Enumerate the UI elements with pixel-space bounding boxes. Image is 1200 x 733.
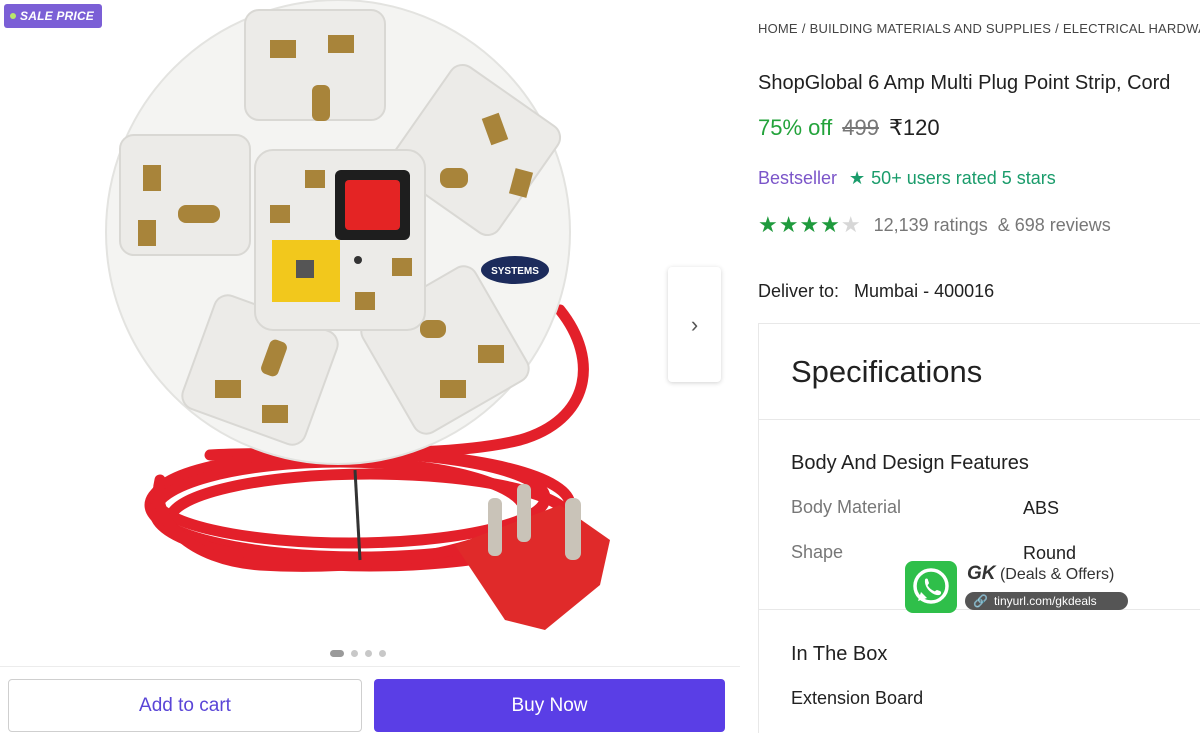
rated-text: 50+ users rated 5 stars [871, 168, 1056, 188]
next-image-button[interactable]: › [668, 267, 721, 382]
delivery-label: Deliver to: [758, 281, 840, 301]
in-the-box-section-title: In The Box [791, 643, 888, 665]
spec-value-body-material: ABS [1023, 498, 1060, 518]
bestseller-badge: Bestseller [758, 168, 838, 188]
product-page: SALE PRICE SYSTEMS › Add to cart Buy Now… [0, 0, 1200, 733]
badge-row: Bestseller ★ 50+ users rated 5 stars [758, 168, 1056, 189]
product-details: HOME / BUILDING MATERIALS AND SUPPLIES / ELE… [758, 0, 1200, 733]
product-title: ShopGlobal 6 Amp Multi Plug Point Strip,… [758, 72, 1171, 94]
buy-now-button[interactable]: Buy Now [374, 679, 725, 732]
watermark-title: GK (Deals & Offers) [967, 563, 1114, 585]
carousel-dot[interactable] [365, 650, 372, 657]
carousel-dot[interactable] [351, 650, 358, 657]
watermark-link: 🔗 tinyurl.com/gkdeals [965, 592, 1128, 610]
watermark-tagline: (Deals & Offers) [999, 566, 1115, 583]
brand-logo-text: SYSTEMS [491, 266, 539, 277]
spec-key-body-material: Body Material [791, 497, 902, 517]
carousel-dot[interactable] [379, 650, 386, 657]
chevron-right-icon: › [690, 311, 699, 337]
watermark-url: tinyurl.com/gkdeals [993, 594, 1097, 608]
breadcrumb-home[interactable]: HOME [758, 21, 798, 36]
breadcrumb-building-materials[interactable]: BUILDING MATERIALS AND SUPPLIES [810, 21, 1051, 36]
spec-key-shape: Shape [791, 542, 844, 562]
sale-dot-icon [10, 13, 16, 19]
discount-percent: 75% off [758, 115, 833, 140]
reviews-count: & 698 reviews [997, 214, 1111, 235]
sparkle-star-icon: ★ [849, 168, 866, 188]
whatsapp-icon [905, 561, 957, 613]
purchase-actions: Add to cart Buy Now [0, 666, 740, 733]
watermark: GK (Deals & Offers) 🔗 tinyurl.com/gkdeal… [905, 561, 1135, 613]
add-to-cart-button[interactable]: Add to cart [8, 679, 362, 732]
plug-icon [455, 484, 610, 630]
product-image[interactable]: SYSTEMS [80, 0, 640, 650]
breadcrumb-separator: / [801, 21, 806, 36]
carousel-dots [330, 650, 386, 657]
link-icon: 🔗 [973, 594, 988, 608]
breadcrumb-electrical-hardware[interactable]: ELECTRICAL HARDWARE [1063, 21, 1200, 36]
star-rating-icon: ★★★★★ [758, 212, 862, 237]
original-price: 499 [842, 115, 879, 140]
delivery-pincode: Mumbai - 400016 [854, 281, 995, 301]
watermark-brand: GK [967, 563, 996, 584]
rating-row[interactable]: ★★★★★ 12,139 ratings & 698 reviews [758, 212, 1111, 238]
breadcrumb: HOME / BUILDING MATERIALS AND SUPPLIES / ELE… [758, 21, 1200, 36]
image-gallery: SALE PRICE SYSTEMS › Add to cart Buy Now [0, 0, 740, 733]
divider [759, 419, 1200, 420]
specifications-heading: Specifications [791, 354, 983, 389]
breadcrumb-separator: / [1055, 21, 1059, 36]
price-row: 75% off 499 ₹120 [758, 115, 940, 141]
in-the-box-item: Extension Board [791, 688, 924, 708]
carousel-dot[interactable] [330, 650, 344, 657]
ratings-count: 12,139 ratings [873, 214, 988, 235]
delivery-location[interactable]: Deliver to: Mumbai - 400016 [758, 281, 994, 302]
selling-price: ₹120 [888, 115, 940, 140]
body-design-section-title: Body And Design Features [791, 452, 1029, 474]
specifications-card: Specifications Body And Design Features … [758, 323, 1200, 733]
